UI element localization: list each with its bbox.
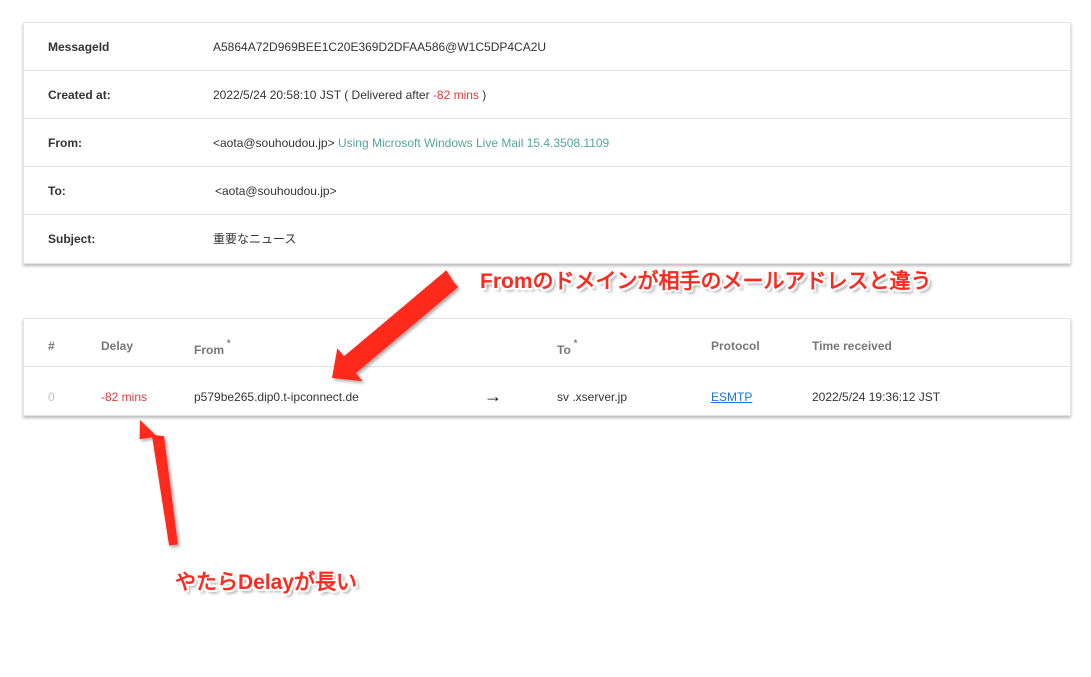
message-id-row: MessageId A5864A72D969BEE1C20E369D2DFAA5…	[24, 23, 1070, 71]
hop-index: 0	[48, 390, 55, 404]
to-row: To: <aota@souhoudou.jp>	[24, 167, 1070, 215]
right-arrow-icon: →	[484, 386, 502, 406]
subject-value: 重要なニュース	[213, 232, 297, 246]
table-row: 0 -82 mins p579be265.dip0.t-ipconnect.de…	[24, 367, 1070, 415]
created-at-text: 2022/5/24 20:58:10 JST ( Delivered after	[213, 88, 433, 102]
delivery-delay: -82 mins	[432, 88, 479, 102]
created-at-row: Created at: 2022/5/24 20:58:10 JST ( Del…	[24, 71, 1070, 119]
sort-marker: *	[573, 338, 578, 348]
hop-from-host: p579be265.dip0.t-ipconnect.de	[194, 390, 359, 404]
relay-hops-table: # Delay From * To * Protocol Time received…	[23, 318, 1071, 416]
subject-label: Subject:	[48, 232, 96, 246]
from-label: From:	[48, 136, 82, 150]
message-id-value: A5864A72D969BEE1C20E369D2DFAA586@W1C5DP4…	[213, 40, 547, 54]
from-address: <aota@souhoudou.jp>	[213, 136, 335, 150]
column-header-index: #	[48, 339, 55, 353]
column-header-protocol: Protocol	[711, 339, 760, 353]
hop-time-received: 2022/5/24 19:36:12 JST	[812, 390, 941, 404]
from-user-agent: Using Microsoft Windows Live Mail 15.4.3…	[337, 136, 610, 150]
sort-marker: *	[227, 338, 231, 348]
from-row: From: <aota@souhoudou.jp> Using Microsof…	[24, 119, 1070, 167]
protocol-link[interactable]: ESMTP	[711, 367, 752, 427]
to-address: <aota@souhoudou.jp>	[215, 184, 337, 198]
to-label: To:	[48, 184, 66, 198]
hop-to-host: sv .xserver.jp	[557, 390, 628, 404]
column-header-time: Time received	[812, 339, 892, 353]
created-at-label: Created at:	[48, 88, 111, 102]
arrow-to-delay-icon	[139, 420, 178, 546]
message-summary-card: MessageId A5864A72D969BEE1C20E369D2DFAA5…	[23, 22, 1071, 264]
subject-row: Subject: 重要なニュース	[24, 215, 1070, 263]
from-value: <aota@souhoudou.jp> Using Microsoft Wind…	[213, 119, 609, 167]
annotation-from-domain: Fromのドメインが相手のメールアドレスと違う	[480, 270, 932, 293]
table-header: # Delay From * To * Protocol Time received	[24, 319, 1070, 367]
to-header-label: To	[557, 343, 571, 357]
created-at-value: 2022/5/24 20:58:10 JST ( Delivered after…	[213, 71, 486, 119]
hop-delay: -82 mins	[101, 390, 148, 404]
created-at-suffix: )	[478, 88, 487, 102]
column-header-delay: Delay	[101, 339, 134, 353]
message-id-label: MessageId	[48, 40, 110, 54]
annotation-delay-long: やたらDelayが長い	[175, 571, 358, 594]
from-header-label: From	[194, 343, 224, 357]
